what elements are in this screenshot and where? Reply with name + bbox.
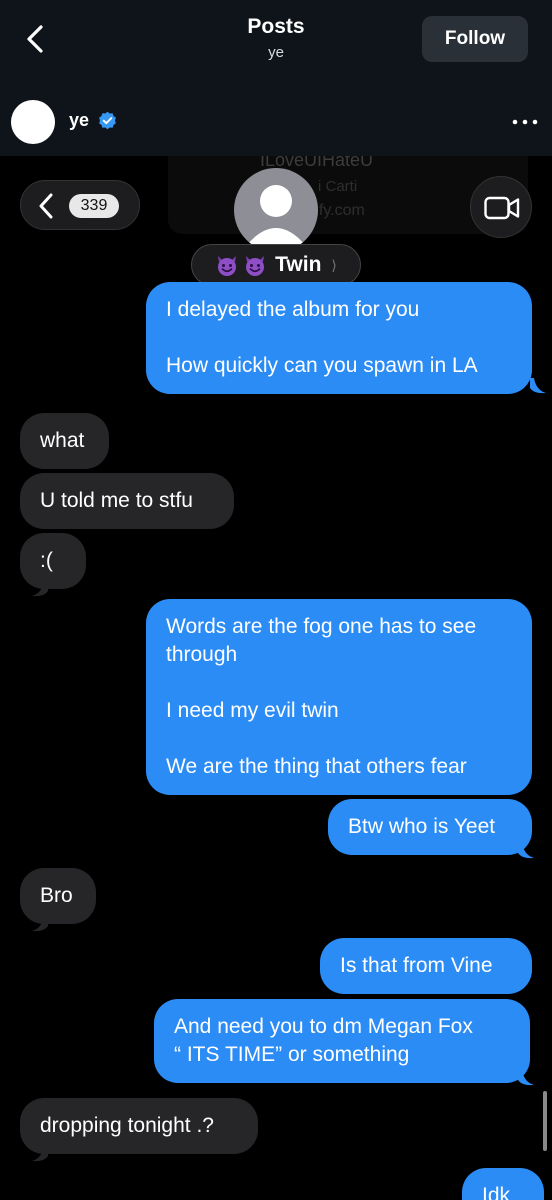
scrollbar[interactable] (543, 1091, 547, 1151)
bubble-tail (530, 378, 546, 394)
bubble-tail (32, 581, 48, 597)
video-camera-icon (484, 196, 520, 220)
contact-avatar[interactable] (234, 168, 318, 252)
chevron-left-icon (39, 193, 53, 219)
bubble-tail (518, 843, 534, 859)
contact-name: Twin (275, 253, 322, 276)
chevron-right-icon: ⟩ (331, 256, 337, 273)
message-bubble-outgoing[interactable]: And need you to dm Megan Fox “ ITS TIME”… (154, 999, 530, 1083)
follow-button[interactable]: Follow (422, 16, 528, 62)
smiling-devil-icon (246, 256, 265, 276)
thread-back-button[interactable]: 339 (20, 180, 140, 230)
message-bubble-outgoing[interactable]: I delayed the album for you How quickly … (146, 282, 532, 394)
bubble-tail (32, 1146, 48, 1162)
smiling-devil-icon (218, 256, 237, 276)
bubble-tail (32, 916, 48, 932)
post-author-bar: ye (0, 84, 552, 156)
message-screenshot: ILoveUIHateU i Carti otify.com 339 Twin … (0, 156, 552, 1200)
link-preview-artist: i Carti (318, 178, 358, 195)
message-bubble-outgoing[interactable]: Words are the fog one has to see through… (146, 599, 532, 795)
message-bubble-outgoing[interactable]: Btw who is Yeet (328, 799, 532, 855)
bubble-tail (518, 1070, 534, 1086)
unread-count-badge: 339 (69, 194, 119, 218)
facetime-button[interactable] (470, 176, 532, 238)
message-bubble-incoming[interactable]: :( (20, 533, 86, 589)
verified-badge-icon (99, 111, 116, 130)
person-silhouette-icon (246, 185, 306, 246)
message-bubble-incoming[interactable]: what (20, 413, 109, 469)
avatar[interactable] (11, 100, 55, 144)
post-username[interactable]: ye (69, 110, 89, 131)
contact-name-pill[interactable]: Twin ⟩ (191, 244, 361, 286)
more-options-icon[interactable] (508, 118, 542, 126)
message-bubble-outgoing[interactable]: Is that from Vine (320, 938, 532, 994)
message-bubble-outgoing[interactable]: Idk (462, 1168, 544, 1200)
message-bubble-incoming[interactable]: dropping tonight .? (20, 1098, 258, 1154)
message-bubble-incoming[interactable]: U told me to stfu (20, 473, 234, 529)
contact-emoji (215, 253, 267, 277)
app-header: Posts ye Follow (0, 0, 552, 84)
